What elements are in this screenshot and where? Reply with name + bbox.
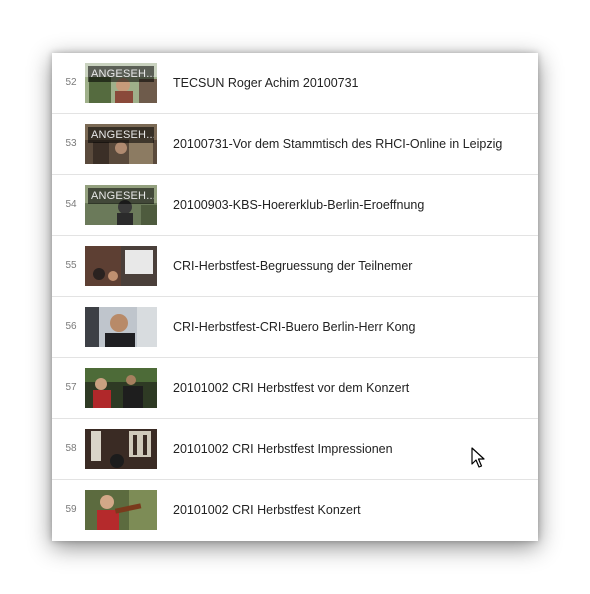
playlist-item[interactable]: 55 CRI-Herbstfest-Begruessung der Teilne… [52,236,538,297]
video-title[interactable]: 20100731-Vor dem Stammtisch des RHCI-Onl… [173,114,502,174]
item-index: 56 [65,321,77,332]
watched-badge: ANGESEH... [88,188,154,204]
playlist-item[interactable]: 57 20101002 CRI Herbstfest vor dem Konze… [52,358,538,419]
item-index: 52 [65,77,77,88]
item-index: 53 [65,138,77,149]
playlist-item[interactable]: 59 20101002 CRI Herbstfest Konzert [52,480,538,541]
item-index: 59 [65,504,77,515]
playlist-item[interactable]: 54 ANGESEH... 20100903-KBS-Hoererklub-Be… [52,175,538,236]
video-title[interactable]: 20101002 CRI Herbstfest vor dem Konzert [173,358,409,418]
item-index: 55 [65,260,77,271]
video-title[interactable]: TECSUN Roger Achim 20100731 [173,53,359,113]
watched-badge: ANGESEH... [88,127,154,143]
video-title[interactable]: CRI-Herbstfest-CRI-Buero Berlin-Herr Kon… [173,297,415,357]
video-title[interactable]: 20101002 CRI Herbstfest Konzert [173,480,361,540]
video-title[interactable]: 20101002 CRI Herbstfest Impressionen [173,419,393,479]
video-thumbnail[interactable]: ANGESEH... [85,124,157,164]
video-thumbnail[interactable]: ANGESEH... [85,185,157,225]
video-thumbnail[interactable] [85,246,157,286]
video-thumbnail[interactable] [85,490,157,530]
item-index: 58 [65,443,77,454]
watched-badge: ANGESEH... [88,66,154,82]
video-thumbnail[interactable]: ANGESEH... [85,63,157,103]
playlist-panel: 52 ANGESEH... TECSUN Roger Achim 2010073… [52,53,538,541]
video-thumbnail[interactable] [85,368,157,408]
playlist-item[interactable]: 58 20101002 CRI Herbstfest Impressionen [52,419,538,480]
video-title[interactable]: CRI-Herbstfest-Begruessung der Teilnemer [173,236,412,296]
playlist-item[interactable]: 52 ANGESEH... TECSUN Roger Achim 2010073… [52,53,538,114]
playlist-item[interactable]: 53 ANGESEH... 20100731-Vor dem Stammtisc… [52,114,538,175]
video-title[interactable]: 20100903-KBS-Hoererklub-Berlin-Eroeffnun… [173,175,424,235]
video-thumbnail[interactable] [85,429,157,469]
video-thumbnail[interactable] [85,307,157,347]
mouse-cursor-icon [471,447,485,468]
playlist-item[interactable]: 56 CRI-Herbstfest-CRI-Buero Berlin-Herr … [52,297,538,358]
item-index: 57 [65,382,77,393]
item-index: 54 [65,199,77,210]
